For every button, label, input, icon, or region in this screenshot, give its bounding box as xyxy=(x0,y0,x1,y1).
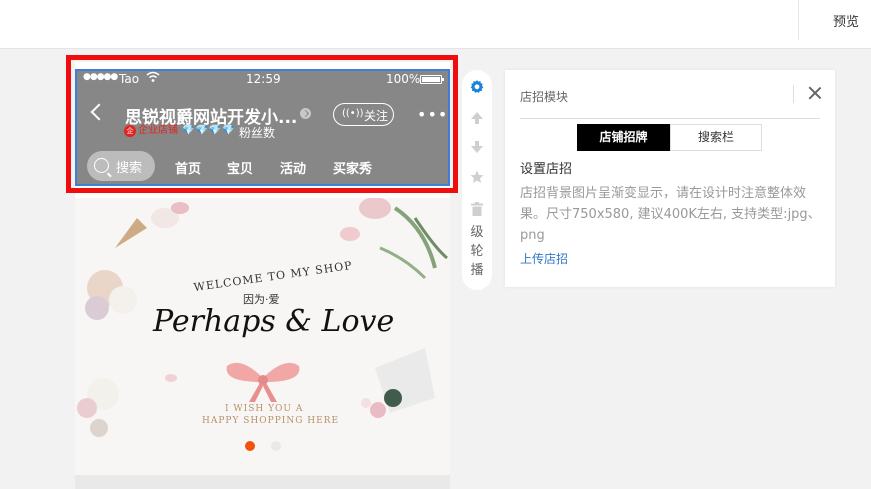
panel-separator xyxy=(520,118,820,119)
arrow-up-icon[interactable] xyxy=(469,110,485,126)
preview-button[interactable]: 预览 xyxy=(833,11,859,30)
upload-sign-link[interactable]: 上传店招 xyxy=(520,250,568,267)
vertical-char: 播 xyxy=(470,263,484,278)
gear-icon[interactable] xyxy=(469,79,485,95)
banner-wish-line1: I WISH YOU A xyxy=(225,404,304,414)
next-module-strip xyxy=(75,475,450,489)
panel-subheading: 设置店招 xyxy=(520,162,573,177)
banner-script-title: Perhaps & Love xyxy=(153,304,395,339)
top-bar-divider xyxy=(798,0,799,40)
banner-wish-line2: HAPPY SHOPPING HERE xyxy=(202,416,340,426)
selection-outline xyxy=(66,55,458,193)
top-bar: 预览 xyxy=(0,0,871,49)
carousel-dot[interactable] xyxy=(271,441,281,451)
arrow-down-icon[interactable] xyxy=(469,139,485,155)
tab-shop-sign[interactable]: 店铺招牌 xyxy=(577,124,670,151)
bow-icon xyxy=(226,362,300,402)
trash-icon[interactable] xyxy=(469,201,485,217)
panel-divider xyxy=(793,85,794,103)
close-icon[interactable] xyxy=(808,86,822,100)
star-icon[interactable] xyxy=(469,169,485,185)
panel-description: 店招背景图片呈渐变显示，请在设计时注意整体效果。尺寸750x580, 建议400… xyxy=(520,186,821,243)
settings-panel: 店招模块 店铺招牌 搜索栏 设置店招 店招背景图片呈渐变显示，请在设计时注意整体… xyxy=(505,70,835,287)
tab-search-bar[interactable]: 搜索栏 xyxy=(670,124,762,151)
vertical-char: 轮 xyxy=(470,244,484,259)
carousel-dot-active[interactable] xyxy=(245,441,255,451)
banner-carousel[interactable]: WELCOME TO MY SHOP 因为·爱 Perhaps & Love I… xyxy=(75,198,450,475)
module-toolbar: 级 轮 播 xyxy=(462,70,492,290)
vertical-char: 级 xyxy=(470,225,484,240)
module-vertical-label: 级 轮 播 xyxy=(469,223,485,280)
panel-title: 店招模块 xyxy=(520,90,569,104)
